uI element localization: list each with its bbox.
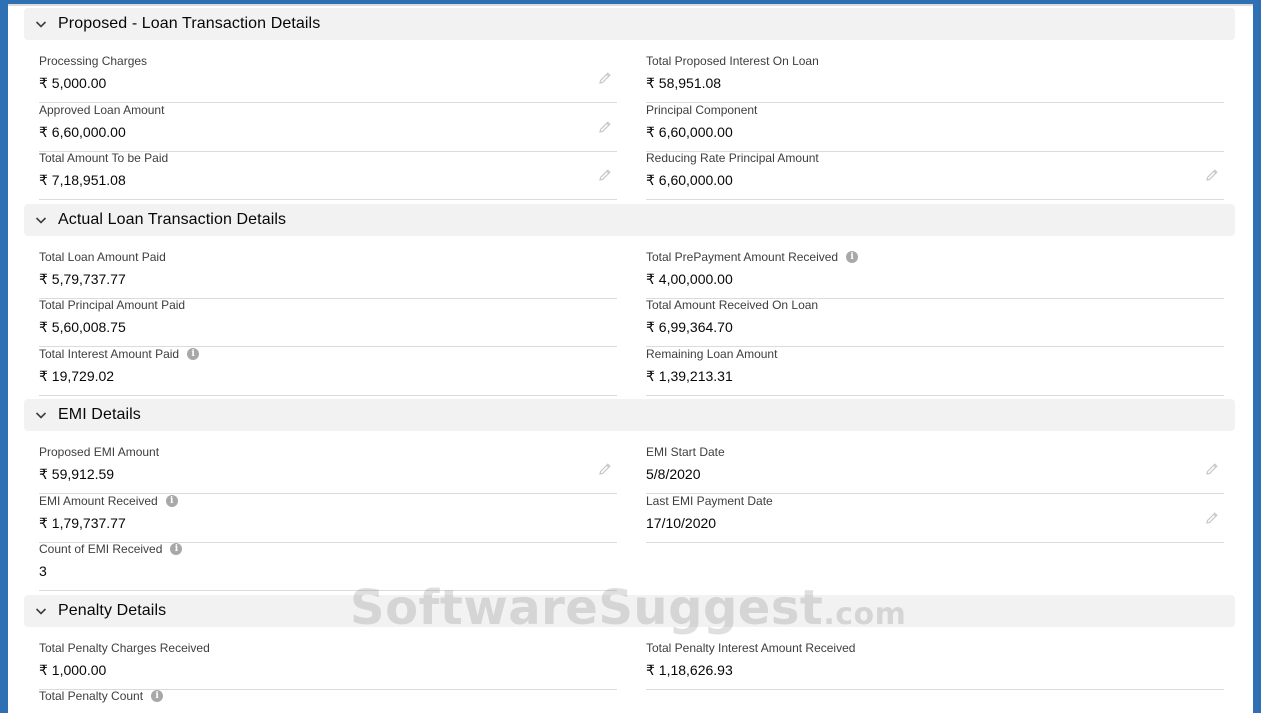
- field-label: Total Amount To be Paid: [39, 151, 169, 165]
- field-total-amount-to-be-paid: Total Amount To be Paid ₹ 7,18,951.08: [39, 151, 617, 200]
- field-value: ₹ 4,00,000.00: [646, 271, 733, 287]
- field-label: Total Penalty Count: [39, 689, 144, 703]
- field-label: Reducing Rate Principal Amount: [646, 151, 819, 165]
- field-label: Proposed EMI Amount: [39, 445, 160, 459]
- field-value: ₹ 6,60,000.00: [39, 124, 126, 140]
- field-value: 3: [39, 563, 47, 579]
- info-icon[interactable]: i: [165, 495, 178, 507]
- field-label: Last EMI Payment Date: [646, 494, 773, 508]
- section-title: Proposed - Loan Transaction Details: [58, 15, 321, 32]
- field-value: ₹ 19,729.02: [39, 368, 115, 384]
- field-label: Principal Component: [646, 103, 758, 117]
- field-value: ₹ 6,60,000.00: [646, 172, 733, 188]
- field-count-emi-received: Count of EMI Received i 3: [39, 542, 617, 591]
- field-label: Processing Charges: [39, 54, 148, 68]
- chevron-down-icon: [24, 409, 58, 421]
- section-title: Penalty Details: [58, 602, 167, 619]
- pencil-icon[interactable]: [1204, 167, 1220, 183]
- field-value: ₹ 58,951.08: [646, 75, 722, 91]
- field-total-penalty-interest: Total Penalty Interest Amount Received ₹…: [646, 641, 1224, 690]
- info-icon[interactable]: i: [187, 348, 200, 360]
- pencil-icon[interactable]: [597, 461, 613, 477]
- info-icon[interactable]: i: [170, 543, 183, 555]
- pencil-icon[interactable]: [1204, 510, 1220, 526]
- field-value: ₹ 6,99,364.70: [646, 319, 733, 335]
- field-total-proposed-interest: Total Proposed Interest On Loan ₹ 58,951…: [646, 54, 1224, 103]
- field-value: ₹ 5,60,008.75: [39, 319, 126, 335]
- field-value: ₹ 5,000.00: [39, 75, 107, 91]
- field-label: Total Loan Amount Paid: [39, 250, 166, 264]
- field-label: EMI Start Date: [646, 445, 725, 459]
- field-label: Approved Loan Amount: [39, 103, 165, 117]
- section-header-actual[interactable]: Actual Loan Transaction Details: [24, 204, 1235, 236]
- field-label: EMI Amount Received: [39, 494, 158, 508]
- field-value: ₹ 6,60,000.00: [646, 124, 733, 140]
- pencil-icon[interactable]: [597, 70, 613, 86]
- section-header-proposed[interactable]: Proposed - Loan Transaction Details: [24, 8, 1235, 40]
- field-total-interest-paid: Total Interest Amount Paid i ₹ 19,729.02: [39, 347, 617, 396]
- field-emi-start-date: EMI Start Date 5/8/2020: [646, 445, 1224, 494]
- section-header-emi[interactable]: EMI Details: [24, 399, 1235, 431]
- field-reducing-rate-principal: Reducing Rate Principal Amount ₹ 6,60,00…: [646, 151, 1224, 200]
- pencil-icon[interactable]: [1204, 461, 1220, 477]
- field-label: Remaining Loan Amount: [646, 347, 778, 361]
- field-value: 5/8/2020: [646, 466, 701, 482]
- record-detail-page: Proposed - Loan Transaction Details Proc…: [8, 6, 1253, 713]
- field-processing-charges: Processing Charges ₹ 5,000.00: [39, 54, 617, 103]
- field-remaining-loan: Remaining Loan Amount ₹ 1,39,213.31: [646, 347, 1224, 396]
- info-icon[interactable]: i: [151, 690, 164, 702]
- field-label: Total Proposed Interest On Loan: [646, 54, 819, 68]
- field-label: Total Penalty Charges Received: [39, 641, 210, 655]
- field-value: ₹ 1,39,213.31: [646, 368, 733, 384]
- field-total-principal-paid: Total Principal Amount Paid ₹ 5,60,008.7…: [39, 298, 617, 347]
- field-label: Total Amount Received On Loan: [646, 298, 819, 312]
- field-label: Total Interest Amount Paid: [39, 347, 180, 361]
- field-emi-amount-received: EMI Amount Received i ₹ 1,79,737.77: [39, 494, 617, 543]
- chevron-down-icon: [24, 18, 58, 30]
- field-proposed-emi: Proposed EMI Amount ₹ 59,912.59: [39, 445, 617, 494]
- pencil-icon[interactable]: [597, 119, 613, 135]
- field-value: ₹ 1,000.00: [39, 662, 107, 678]
- section-title: Actual Loan Transaction Details: [58, 211, 287, 228]
- field-last-emi-date: Last EMI Payment Date 17/10/2020: [646, 494, 1224, 543]
- field-label: Count of EMI Received: [39, 542, 163, 556]
- field-label: Total PrePayment Amount Received: [646, 250, 839, 264]
- info-icon[interactable]: i: [846, 251, 859, 263]
- field-total-penalty-count: Total Penalty Count i: [39, 689, 617, 713]
- pencil-icon[interactable]: [597, 167, 613, 183]
- field-total-amount-received: Total Amount Received On Loan ₹ 6,99,364…: [646, 298, 1224, 347]
- field-total-penalty-charges: Total Penalty Charges Received ₹ 1,000.0…: [39, 641, 617, 690]
- field-value: ₹ 59,912.59: [39, 466, 115, 482]
- section-title: EMI Details: [58, 406, 141, 423]
- chevron-down-icon: [24, 214, 58, 226]
- field-principal-component: Principal Component ₹ 6,60,000.00: [646, 103, 1224, 152]
- field-value: ₹ 1,18,626.93: [646, 662, 733, 678]
- field-value: ₹ 1,79,737.77: [39, 515, 126, 531]
- section-header-penalty[interactable]: Penalty Details: [24, 595, 1235, 627]
- field-value: 17/10/2020: [646, 515, 717, 531]
- chevron-down-icon: [24, 605, 58, 617]
- field-label: Total Principal Amount Paid: [39, 298, 186, 312]
- field-approved-loan-amount: Approved Loan Amount ₹ 6,60,000.00: [39, 103, 617, 152]
- field-label: Total Penalty Interest Amount Received: [646, 641, 856, 655]
- field-value: ₹ 5,79,737.77: [39, 271, 126, 287]
- field-total-loan-amount-paid: Total Loan Amount Paid ₹ 5,79,737.77: [39, 250, 617, 299]
- field-value: ₹ 7,18,951.08: [39, 172, 126, 188]
- field-total-prepayment: Total PrePayment Amount Received i ₹ 4,00…: [646, 250, 1224, 299]
